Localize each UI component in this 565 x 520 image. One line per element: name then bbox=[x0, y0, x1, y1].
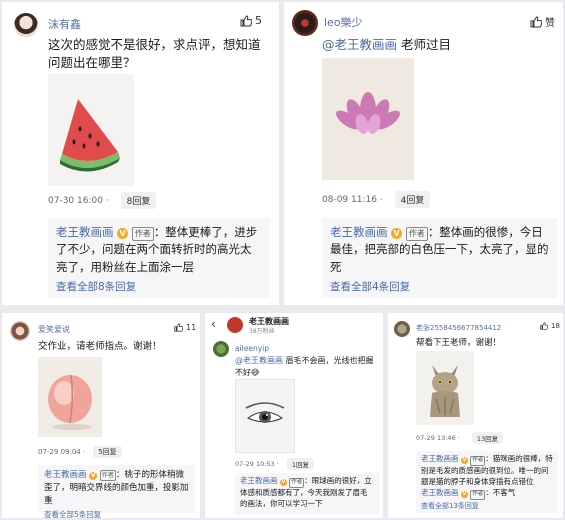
reply-author[interactable]: 老王教画画 bbox=[56, 225, 114, 239]
post-body: 老师过目 bbox=[397, 37, 451, 52]
view-all-replies-link[interactable]: 查看全部5条回复 bbox=[44, 509, 189, 518]
cat-drawing bbox=[430, 365, 460, 417]
avatar[interactable] bbox=[14, 13, 38, 37]
thumbs-up-icon bbox=[174, 323, 183, 332]
post-text: 这次的感觉不是很好，求点评，想知道问题出在哪里？ bbox=[48, 37, 261, 71]
thumbs-up-icon bbox=[530, 15, 542, 27]
verified-badge-icon: V bbox=[391, 228, 403, 239]
reply-body: ：不客气 bbox=[485, 487, 516, 497]
reply-author[interactable]: 老王教画画 bbox=[44, 470, 87, 480]
avatar[interactable] bbox=[10, 321, 30, 341]
mention-link[interactable]: @老王教画画 bbox=[322, 37, 397, 52]
post-card-2: leo樂少 赞 @老王教画画 老师过目 08-09 11:16 · 4回复 老王 bbox=[284, 2, 563, 305]
post-text: 交作业，请老师指点。谢谢！ bbox=[38, 341, 162, 352]
post-image-cat[interactable] bbox=[416, 351, 474, 425]
post-image-eye[interactable] bbox=[235, 379, 295, 453]
reply-author[interactable]: 老王教画画 bbox=[330, 225, 388, 239]
avatar[interactable] bbox=[394, 321, 410, 337]
author-tag: 作者 bbox=[289, 478, 305, 488]
reply-text: 老王教画画 V 作者 ：整体画的很惨，今日最佳，把亮部的白色压一下，太亮了，显的死 bbox=[330, 224, 549, 276]
like-count: 11 bbox=[186, 323, 197, 332]
author-tag: 作者 bbox=[470, 456, 486, 466]
post-card-5: 老张2558456677854412 18 帮看下王老师，谢谢！ 07-29 1… bbox=[388, 313, 563, 518]
reply-author[interactable]: 老王教画画 bbox=[240, 476, 278, 485]
post-meta: 07-29 13:46 · 13回复 bbox=[416, 432, 504, 444]
watermelon-drawing bbox=[60, 99, 120, 172]
timestamp: 08-09 11:16 · bbox=[322, 194, 383, 205]
verified-badge-icon: V bbox=[117, 228, 129, 239]
reply-count-button[interactable]: 1回复 bbox=[286, 458, 314, 470]
author-tag: 作者 bbox=[405, 227, 428, 241]
channel-followers: 38万粉丝 bbox=[249, 328, 275, 335]
like-count: 18 bbox=[551, 322, 560, 330]
reply-author[interactable]: 老王教画画 bbox=[421, 488, 459, 497]
like-label: 赞 bbox=[545, 18, 555, 29]
reply-count-button[interactable]: 13回复 bbox=[471, 432, 504, 444]
peach-drawing bbox=[48, 374, 92, 430]
post-meta: 08-09 11:16 · 4回复 bbox=[322, 191, 431, 208]
like-button[interactable]: 11 bbox=[174, 323, 196, 332]
timestamp: 07-30 16:00 · bbox=[48, 195, 109, 206]
reply-text: 老王教画画 V 作者 ：猫咪画的很棒，特别是毛发的质感画的很到位。唯一的问题是猫的… bbox=[421, 454, 553, 488]
verified-badge-icon: V bbox=[89, 472, 98, 480]
author-tag: 作者 bbox=[131, 227, 154, 241]
reply-box: 老王教画画 V 作者 ：整体画的很惨，今日最佳，把亮部的白色压一下，太亮了，显的死… bbox=[322, 218, 557, 298]
mention-link[interactable]: @老王教画画 bbox=[235, 356, 283, 365]
username[interactable]: 老张2558456677854412 bbox=[416, 323, 501, 333]
reply-count-button[interactable]: 4回复 bbox=[394, 191, 431, 208]
reply-text: 老王教画画 V 作者 ：桃子的形体稍微歪了，明暗交界线的颜色加重，投影加重 bbox=[44, 469, 189, 507]
lotus-drawing bbox=[336, 92, 400, 134]
post-image-watermelon[interactable] bbox=[48, 74, 134, 186]
author-tag: 作者 bbox=[470, 489, 486, 500]
avatar[interactable] bbox=[292, 10, 318, 36]
post-card-4: ‹ 老王教画画 38万粉丝 aileenyip @老王教画画 眉毛不会画，光线也… bbox=[205, 313, 383, 518]
post-card-1: 沫有鑫 5 这次的感觉不是很好，求点评，想知道问题出在哪里？ 07-30 16:… bbox=[2, 2, 279, 305]
reply-box: 老王教画画 V 作者 ：整体更棒了，进步了不少，问题在两个面转折时的高光太亮了，用… bbox=[48, 218, 270, 298]
post-image-peach[interactable] bbox=[38, 357, 102, 437]
verified-badge-icon: V bbox=[279, 479, 287, 486]
post-image-lotus[interactable] bbox=[322, 58, 414, 180]
reply-box: 老王教画画 V 作者 ：桃子的形体稍微歪了，明暗交界线的颜色加重，投影加重 查看全… bbox=[38, 465, 195, 518]
reply-count-button[interactable]: 5回复 bbox=[93, 446, 122, 458]
post-text: @老王教画画 眉毛不会画，光线也把握不好😅 bbox=[235, 355, 377, 378]
reply-count-button[interactable]: 8回复 bbox=[120, 192, 157, 209]
author-tag: 作者 bbox=[99, 470, 116, 481]
username[interactable]: 爱笑爱说 bbox=[38, 324, 70, 335]
verified-badge-icon: V bbox=[460, 490, 468, 498]
reply-text: 老王教画画 V 作者 ：整体更棒了，进步了不少，问题在两个面转折时的高光太亮了，用… bbox=[56, 224, 262, 276]
view-all-replies-link[interactable]: 查看全部8条回复 bbox=[56, 279, 262, 294]
verified-badge-icon: V bbox=[460, 457, 468, 464]
post-meta: 07-29 09:04 · 5回复 bbox=[38, 446, 122, 458]
timestamp: 07-29 13:46 · bbox=[416, 434, 460, 442]
avatar[interactable] bbox=[213, 341, 229, 357]
like-button[interactable]: 赞 bbox=[530, 14, 555, 29]
username[interactable]: leo樂少 bbox=[324, 14, 363, 30]
timestamp: 07-29 10:53 · bbox=[235, 460, 279, 468]
reply-text-2: 老王教画画 V 作者 ：不客气 bbox=[421, 488, 553, 500]
reply-box: 老王教画画 V 作者 ：猫咪画的很棒，特别是毛发的质感画的很到位。唯一的问题是猫的… bbox=[416, 451, 558, 513]
post-text: 帮看下王老师，谢谢！ bbox=[416, 338, 502, 348]
thumbs-up-icon bbox=[240, 14, 252, 26]
profile-header: ‹ 老王教画画 38万粉丝 bbox=[205, 313, 383, 337]
post-card-3: 爱笑爱说 11 交作业，请老师指点。谢谢！ 07-29 09:04 · 5回复 … bbox=[2, 313, 200, 518]
post-meta: 07-30 16:00 · 8回复 bbox=[48, 192, 157, 209]
like-button[interactable]: 5 bbox=[240, 14, 262, 27]
reply-box: 老王教画画 V 作者 ：眼球画的很好，立体感和质感都有了，今天我刚发了眉毛的画法，… bbox=[235, 473, 379, 515]
post-meta: 07-29 10:53 · 1回复 bbox=[235, 458, 314, 470]
timestamp: 07-29 09:04 · bbox=[38, 448, 86, 456]
eye-drawing bbox=[245, 402, 285, 423]
like-button[interactable]: 18 bbox=[540, 322, 560, 330]
reply-text: 老王教画画 V 作者 ：眼球画的很好，立体感和质感都有了，今天我刚发了眉毛的画法，… bbox=[240, 476, 374, 510]
post-text: @老王教画画 老师过目 bbox=[322, 36, 557, 54]
channel-avatar[interactable] bbox=[227, 317, 243, 333]
view-all-replies-link[interactable]: 查看全部4条回复 bbox=[330, 279, 549, 294]
username[interactable]: 沫有鑫 bbox=[48, 16, 81, 32]
reply-author[interactable]: 老王教画画 bbox=[421, 454, 459, 463]
thumbs-up-icon bbox=[540, 322, 548, 330]
view-all-replies-link[interactable]: 查看全部13条回复 bbox=[421, 501, 553, 511]
username[interactable]: aileenyip bbox=[235, 344, 269, 353]
like-count: 5 bbox=[255, 14, 262, 27]
back-arrow-icon[interactable]: ‹ bbox=[211, 317, 216, 331]
